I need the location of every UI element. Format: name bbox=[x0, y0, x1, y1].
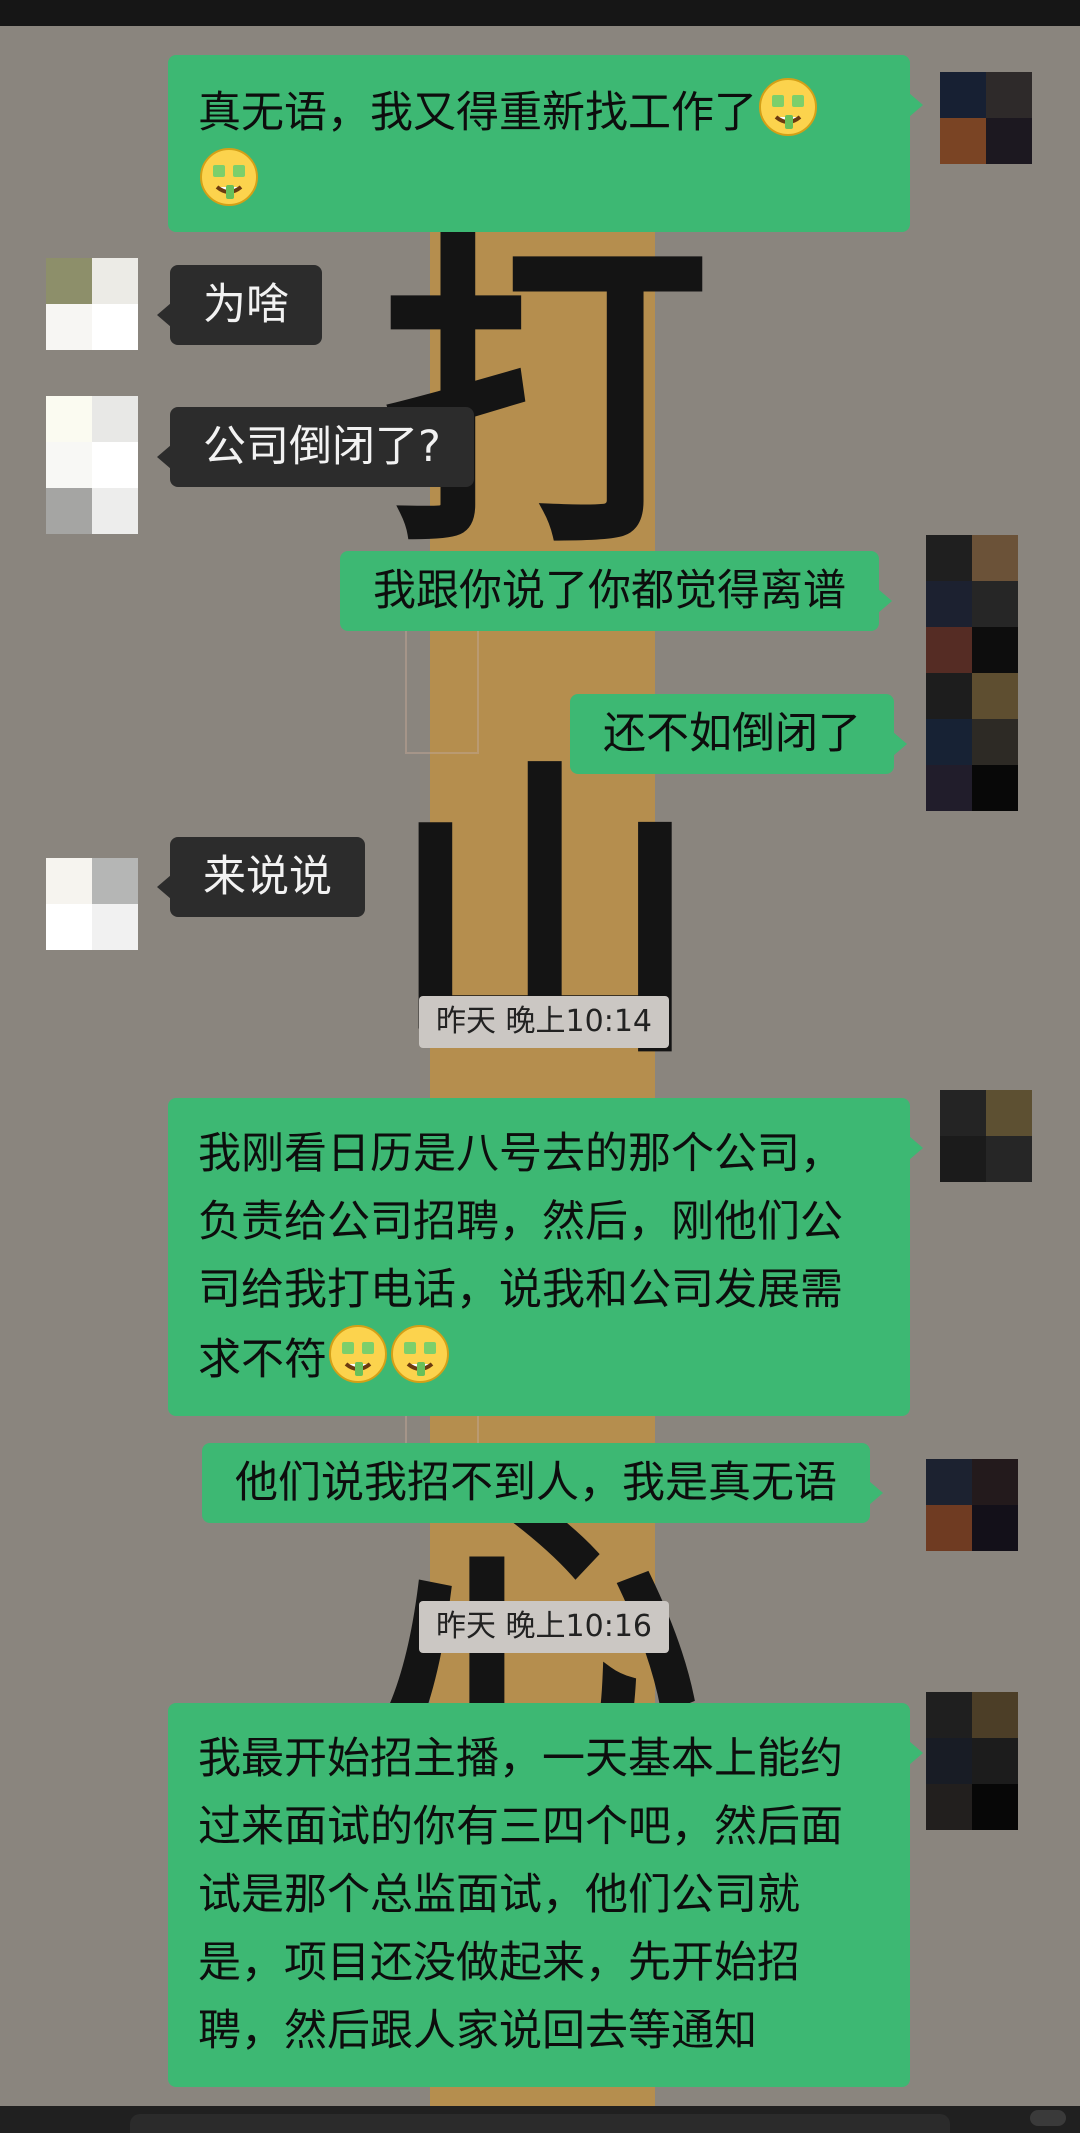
message-bubble-incoming[interactable]: 公司倒闭了? bbox=[157, 407, 474, 487]
money-mouth-emoji-icon bbox=[758, 77, 818, 137]
money-mouth-emoji-icon bbox=[390, 1324, 450, 1384]
contact-avatar[interactable] bbox=[46, 858, 138, 950]
message-bubble-outgoing[interactable]: 我跟你说了你都觉得离谱 bbox=[340, 551, 892, 631]
message-bubble-outgoing[interactable]: 我刚看日历是八号去的那个公司，负责给公司招聘，然后，刚他们公司给我打电话，说我和… bbox=[168, 1098, 923, 1416]
message-bubble-incoming[interactable]: 为啥 bbox=[157, 265, 322, 345]
my-avatar[interactable] bbox=[940, 72, 1032, 164]
message-text: 为啥 bbox=[203, 280, 289, 330]
my-avatar[interactable] bbox=[926, 535, 1018, 811]
status-bar bbox=[0, 0, 1080, 26]
message-bubble-outgoing[interactable]: 我最开始招主播，一天基本上能约过来面试的你有三四个吧，然后面试是那个总监面试，他… bbox=[168, 1703, 923, 2087]
gesture-handle[interactable] bbox=[130, 2114, 950, 2133]
timestamp-divider: 昨天 晚上10:14 bbox=[419, 996, 669, 1048]
my-avatar[interactable] bbox=[926, 1692, 1018, 1830]
message-bubble-outgoing[interactable]: 他们说我招不到人，我是真无语 bbox=[202, 1443, 883, 1523]
message-text: 我跟你说了你都觉得离谱 bbox=[373, 566, 846, 616]
message-bubble-outgoing[interactable]: 还不如倒闭了 bbox=[570, 694, 907, 774]
message-text: 来说说 bbox=[203, 852, 332, 902]
contact-avatar[interactable] bbox=[46, 258, 138, 350]
navigation-bar bbox=[0, 2106, 1080, 2133]
message-bubble-outgoing[interactable]: 真无语，我又得重新找工作了 bbox=[168, 55, 923, 232]
contact-avatar[interactable] bbox=[46, 396, 138, 534]
my-avatar[interactable] bbox=[940, 1090, 1032, 1182]
message-text: 公司倒闭了? bbox=[203, 422, 441, 472]
message-text: 他们说我招不到人，我是真无语 bbox=[235, 1458, 837, 1508]
message-text: 还不如倒闭了 bbox=[603, 709, 861, 759]
watermark-badge bbox=[1030, 2110, 1066, 2126]
my-avatar[interactable] bbox=[926, 1459, 1018, 1551]
message-text: 我刚看日历是八号去的那个公司，负责给公司招聘，然后，刚他们公司给我打电话，说我和… bbox=[198, 1129, 843, 1385]
message-text: 真无语，我又得重新找工作了 bbox=[198, 88, 757, 138]
money-mouth-emoji-icon bbox=[199, 147, 259, 207]
timestamp-divider: 昨天 晚上10:16 bbox=[419, 1601, 669, 1653]
message-bubble-incoming[interactable]: 来说说 bbox=[157, 837, 365, 917]
money-mouth-emoji-icon bbox=[328, 1324, 388, 1384]
message-text: 我最开始招主播，一天基本上能约过来面试的你有三四个吧，然后面试是那个总监面试，他… bbox=[198, 1734, 843, 2056]
calligraphy-char: 打 bbox=[380, 201, 710, 589]
